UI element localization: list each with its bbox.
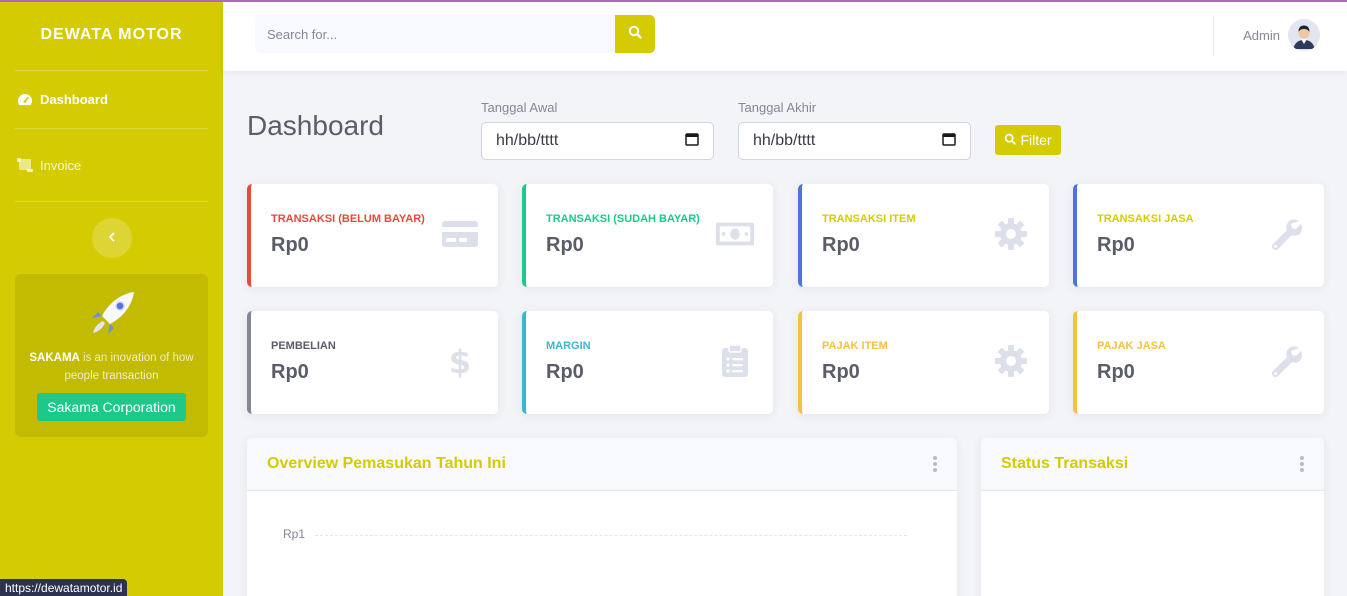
chart-gridline [315,535,907,536]
calendar-icon[interactable] [942,132,956,151]
card-transaksi-sudah-bayar[interactable]: TRANSAKSI (SUDAH BAYAR) Rp0 [522,184,773,287]
card-value: Rp0 [822,234,860,256]
kebab-menu-icon[interactable] [1300,456,1304,472]
card-value: Rp0 [1097,361,1135,383]
card-margin[interactable]: MARGIN Rp0 [522,311,773,414]
panel-header: Overview Pemasukan Tahun Ini [247,438,957,491]
brand-name[interactable]: DEWATA MOTOR [0,0,223,70]
panel-header: Status Transaksi [981,438,1324,491]
user-menu[interactable]: Admin [1243,19,1320,51]
sidebar-item-label: Dashboard [40,92,108,107]
sidebar-item-label: Invoice [40,157,82,173]
kebab-menu-icon[interactable] [933,456,937,472]
clipboard-list-icon [715,343,755,379]
card-label: MARGIN [546,340,591,352]
credit-card-icon [440,216,480,252]
card-value: Rp0 [271,234,309,256]
rocket-icon [84,288,140,343]
status-panel: Status Transaksi [981,438,1324,596]
svg-text:$: $ [449,344,471,378]
end-date-group: Tanggal Akhir hh/bb/tttt [738,100,971,160]
search-input[interactable] [255,15,615,53]
card-value: Rp0 [546,234,584,256]
top-accent-line [0,0,1347,2]
gear-icon [991,216,1031,252]
start-date-field[interactable]: hh/bb/tttt [481,122,714,160]
card-label: TRANSAKSI (BELUM BAYAR) [271,213,425,225]
card-label: TRANSAKSI JASA [1097,213,1194,225]
user-name: Admin [1243,27,1280,43]
start-date-group: Tanggal Awal hh/bb/tttt [481,100,714,160]
start-date-label: Tanggal Awal [481,100,558,115]
chevron-left-icon [107,229,117,247]
gear-icon [991,343,1031,379]
card-label: PAJAK JASA [1097,340,1166,352]
card-label: TRANSAKSI (SUDAH BAYAR) [546,213,700,225]
tachometer-icon [16,91,34,109]
card-transaksi-item[interactable]: TRANSAKSI ITEM Rp0 [798,184,1049,287]
panel-title: Status Transaksi [1001,455,1129,472]
search-icon [628,25,642,44]
card-value: Rp0 [271,361,309,383]
sidebar-divider [15,201,208,202]
card-transaksi-jasa[interactable]: TRANSAKSI JASA Rp0 [1073,184,1324,287]
card-label: PEMBELIAN [271,340,336,352]
date-value: hh/bb/tttt [753,132,816,149]
promo-button[interactable]: Sakama Corporation [37,393,186,421]
topbar-divider [1213,16,1214,56]
card-pajak-item[interactable]: PAJAK ITEM Rp0 [798,311,1049,414]
scroll-icon [16,156,34,174]
search-button[interactable] [615,15,655,53]
wrench-icon [1266,216,1306,252]
date-value: hh/bb/tttt [496,132,559,149]
card-label: PAJAK ITEM [822,340,888,352]
promo-card: SAKAMA is an inovation of how people tra… [15,274,208,437]
avatar [1288,19,1320,51]
dollar-icon: $ [440,343,480,379]
sidebar-toggle-button[interactable] [91,218,132,258]
calendar-icon[interactable] [685,132,699,151]
card-value: Rp0 [546,361,584,383]
card-pajak-jasa[interactable]: PAJAK JASA Rp0 [1073,311,1324,414]
overview-panel: Overview Pemasukan Tahun Ini Rp1 [247,438,957,596]
search-icon [1004,132,1017,148]
end-date-label: Tanggal Akhir [738,100,817,115]
panel-title: Overview Pemasukan Tahun Ini [267,455,506,472]
page-title: Dashboard [247,110,384,141]
status-url-tooltip: https://dewatamotor.id [0,579,128,596]
card-transaksi-belum-bayar[interactable]: TRANSAKSI (BELUM BAYAR) Rp0 [247,184,498,287]
sidebar-item-invoice[interactable]: Invoice [0,129,223,201]
search-bar [255,15,655,53]
card-value: Rp0 [1097,234,1135,256]
sidebar-item-dashboard[interactable]: Dashboard [0,71,223,128]
wrench-icon [1266,343,1306,379]
promo-text: SAKAMA is an inovation of how people tra… [29,352,194,382]
card-pembelian[interactable]: PEMBELIAN Rp0 $ [247,311,498,414]
sidebar: DEWATA MOTOR Dashboard Invoice SAKAMA is… [0,0,223,596]
filter-label: Filter [1020,132,1052,148]
money-bill-icon [715,216,755,252]
end-date-field[interactable]: hh/bb/tttt [738,122,971,160]
card-value: Rp0 [822,361,860,383]
topbar: Admin [223,0,1347,71]
chart-axis-label: Rp1 [283,527,306,541]
card-label: TRANSAKSI ITEM [822,213,916,225]
filter-button[interactable]: Filter [995,125,1061,155]
